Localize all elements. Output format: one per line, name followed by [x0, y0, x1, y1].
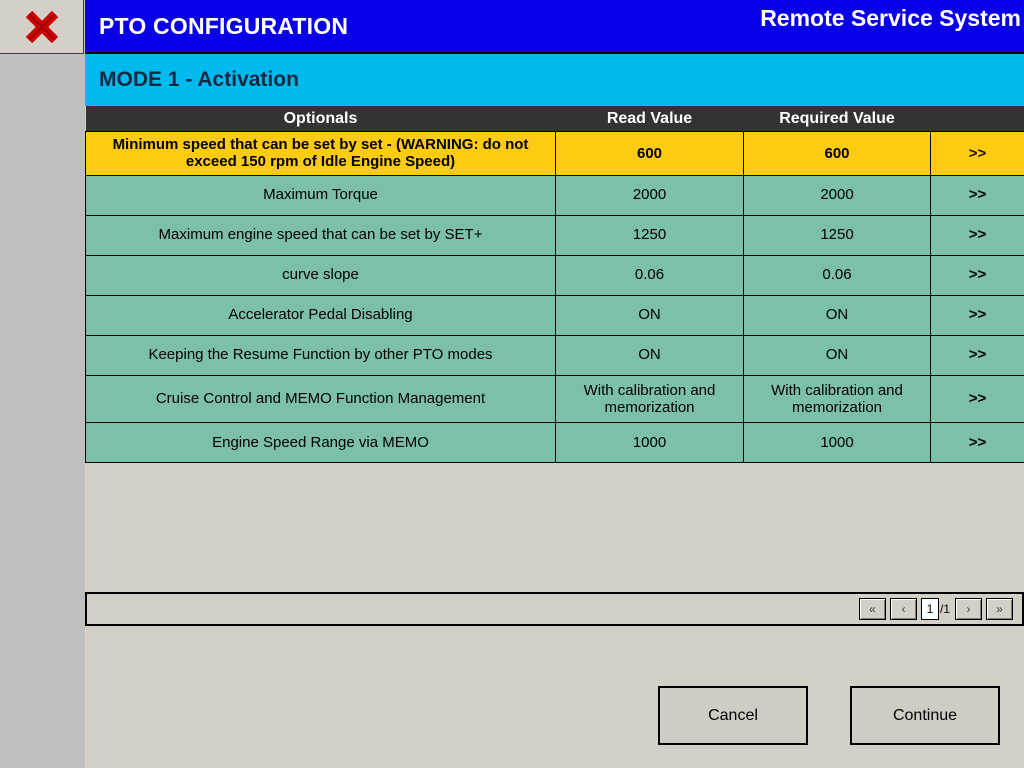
- cell-required-value: ON: [743, 334, 931, 376]
- cell-required-value: 1000: [743, 422, 931, 463]
- cell-read-value: 2000: [555, 174, 744, 216]
- pagination-bar: « ‹ 1 /1 › »: [85, 592, 1024, 626]
- pager-next-button[interactable]: ›: [955, 598, 982, 620]
- brand-title: Remote Service System: [760, 5, 1021, 31]
- close-x-icon: [22, 9, 62, 45]
- col-header-required-value: Required Value: [743, 106, 931, 132]
- row-action-button[interactable]: >>: [930, 334, 1024, 376]
- table-row: Accelerator Pedal Disabling ON ON >>: [85, 294, 1024, 336]
- cell-read-value: ON: [555, 294, 744, 336]
- cell-required-value: 2000: [743, 174, 931, 216]
- cell-required-value: 600: [743, 131, 931, 176]
- pager-total-pages: /1: [939, 602, 950, 616]
- row-action-button[interactable]: >>: [930, 422, 1024, 463]
- mode-bar: MODE 1 - Activation: [85, 54, 1024, 106]
- table-row: Maximum engine speed that can be set by …: [85, 214, 1024, 256]
- cancel-button[interactable]: Cancel: [658, 686, 808, 745]
- col-header-optionals: Optionals: [85, 106, 556, 132]
- cell-required-value: With calibration and memorization: [743, 374, 931, 423]
- options-table: Optionals Read Value Required Value Mini…: [85, 106, 1024, 463]
- options-table-wrap: Optionals Read Value Required Value Mini…: [85, 106, 1024, 463]
- pager-first-button[interactable]: «: [858, 598, 886, 620]
- cell-read-value: With calibration and memorization: [555, 374, 744, 423]
- cell-required-value: ON: [743, 294, 931, 336]
- cell-read-value: 1250: [555, 214, 744, 256]
- col-header-action: [930, 106, 1024, 132]
- row-action-button[interactable]: >>: [930, 214, 1024, 256]
- cell-optional: Engine Speed Range via MEMO: [85, 422, 556, 463]
- footer-actions: Cancel Continue: [85, 686, 1024, 746]
- pager-last-button[interactable]: »: [986, 598, 1013, 620]
- cell-optional: Keeping the Resume Function by other PTO…: [85, 334, 556, 376]
- table-row: Minimum speed that can be set by set - (…: [85, 131, 1024, 176]
- cell-optional: Cruise Control and MEMO Function Managem…: [85, 374, 556, 423]
- title-bar: PTO CONFIGURATION Remote Service System: [85, 0, 1024, 54]
- cell-optional: Maximum Torque: [85, 174, 556, 216]
- main-panel: PTO CONFIGURATION Remote Service System …: [85, 0, 1024, 768]
- table-header-row: Optionals Read Value Required Value: [85, 106, 1024, 132]
- close-button[interactable]: [0, 0, 84, 54]
- cell-optional: Minimum speed that can be set by set - (…: [85, 131, 556, 176]
- cell-read-value: 1000: [555, 422, 744, 463]
- page-title: PTO CONFIGURATION: [99, 12, 349, 39]
- table-row: Maximum Torque 2000 2000 >>: [85, 174, 1024, 216]
- table-body: Minimum speed that can be set by set - (…: [85, 131, 1024, 463]
- col-header-read-value: Read Value: [555, 106, 744, 132]
- cell-optional: curve slope: [85, 254, 556, 296]
- table-row: Cruise Control and MEMO Function Managem…: [85, 374, 1024, 423]
- cell-read-value: 0.06: [555, 254, 744, 296]
- cell-optional: Accelerator Pedal Disabling: [85, 294, 556, 336]
- cell-required-value: 1250: [743, 214, 931, 256]
- pager-prev-button[interactable]: ‹: [889, 598, 917, 620]
- row-action-button[interactable]: >>: [930, 131, 1024, 176]
- cell-required-value: 0.06: [743, 254, 931, 296]
- table-row: curve slope 0.06 0.06 >>: [85, 254, 1024, 296]
- row-action-button[interactable]: >>: [930, 174, 1024, 216]
- cell-optional: Maximum engine speed that can be set by …: [85, 214, 556, 256]
- table-row: Keeping the Resume Function by other PTO…: [85, 334, 1024, 376]
- continue-button[interactable]: Continue: [850, 686, 1000, 745]
- table-row: Engine Speed Range via MEMO 1000 1000 >>: [85, 422, 1024, 463]
- left-rail: [0, 0, 85, 768]
- cell-read-value: 600: [555, 131, 744, 176]
- pager-page-input[interactable]: 1: [920, 598, 939, 620]
- row-action-button[interactable]: >>: [930, 254, 1024, 296]
- row-action-button[interactable]: >>: [930, 294, 1024, 336]
- cell-read-value: ON: [555, 334, 744, 376]
- row-action-button[interactable]: >>: [930, 374, 1024, 423]
- mode-title: MODE 1 - Activation: [99, 68, 299, 91]
